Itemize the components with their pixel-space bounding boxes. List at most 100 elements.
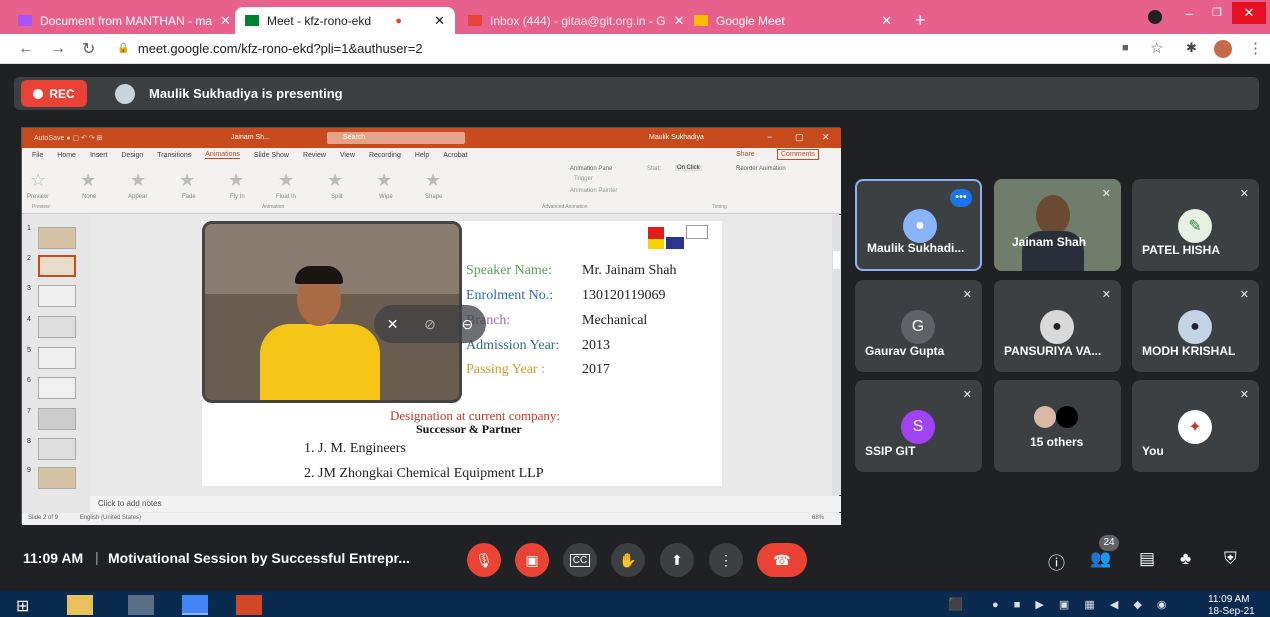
slide-thumbnail[interactable] xyxy=(38,467,76,489)
close-tab-icon[interactable]: ✕ xyxy=(873,13,892,29)
bookmark-star-icon[interactable]: ☆ xyxy=(1150,39,1163,57)
share-button[interactable]: Share xyxy=(736,151,755,158)
anim-pane-button[interactable]: Animation Pane xyxy=(570,166,612,172)
chrome-icon[interactable] xyxy=(182,595,208,615)
tab-inbox[interactable]: Inbox (444) - gitaa@git.org.in - G ✕ xyxy=(458,7,684,34)
participant-tile[interactable]: ✕ S SSIP GIT xyxy=(855,380,982,472)
participant-tile[interactable]: ••• ● Maulik Sukhadi... xyxy=(855,179,982,271)
chat-icon[interactable]: ▤ xyxy=(1139,549,1155,569)
participant-tile[interactable]: ✕ G Gaurav Gupta xyxy=(855,280,982,372)
menu-design[interactable]: Design xyxy=(121,152,143,159)
close-window-button[interactable]: ✕ xyxy=(1232,2,1266,24)
menu-kebab-icon[interactable]: ⋮ xyxy=(1248,39,1263,57)
minimize-icon[interactable]: − xyxy=(1185,6,1193,22)
tab-meet[interactable]: Meet - kfz-rono-ekd ● ✕ xyxy=(235,7,455,34)
menu-file[interactable]: File xyxy=(32,152,43,159)
more-options-icon[interactable]: ••• xyxy=(950,189,972,207)
new-tab-button[interactable]: + xyxy=(915,10,926,31)
ppt-close-icon[interactable]: ✕ xyxy=(822,132,830,143)
camera-off-button[interactable]: ▣ xyxy=(515,543,549,577)
anim-split-icon[interactable]: ★ xyxy=(327,170,343,191)
menu-help[interactable]: Help xyxy=(415,152,429,159)
slide-thumbnail-selected[interactable] xyxy=(38,255,76,277)
menu-slide-show[interactable]: Slide Show xyxy=(254,152,289,159)
profile-icon[interactable] xyxy=(1148,10,1162,24)
close-tab-icon[interactable]: ✕ xyxy=(666,13,684,29)
acrobat-tray-icon[interactable]: ⬛ xyxy=(948,597,963,611)
rec-indicator[interactable]: REC xyxy=(21,80,87,107)
slide-thumbnail[interactable] xyxy=(38,408,76,430)
url-field[interactable]: 🔒 meet.google.com/kfz-rono-ekd?pli=1&aut… xyxy=(117,41,422,56)
anim-fly-icon[interactable]: ★ xyxy=(228,170,244,191)
menu-review[interactable]: Review xyxy=(303,152,326,159)
slide-scrollbar[interactable] xyxy=(832,215,841,495)
ppt-search[interactable]: Search xyxy=(327,132,465,144)
system-tray-icons[interactable]: ● ■ ▶ ▣ ▦ ◀ ◆ ◉ xyxy=(992,598,1172,611)
mic-off-button[interactable]: 🎙 xyxy=(467,543,501,577)
remove-icon[interactable]: ⊖ xyxy=(461,316,473,333)
activities-icon[interactable]: ♣ xyxy=(1180,549,1191,569)
avatar[interactable] xyxy=(1214,40,1232,58)
close-tab-icon[interactable]: ✕ xyxy=(426,13,445,29)
slide-thumbnail[interactable] xyxy=(38,438,76,460)
ppt-restore-icon[interactable]: ▢ xyxy=(795,132,804,143)
anim-wipe-icon[interactable]: ★ xyxy=(376,170,392,191)
anim-appear-icon[interactable]: ★ xyxy=(130,170,146,191)
app-icon[interactable] xyxy=(128,595,154,615)
tab-google-meet[interactable]: Google Meet ✕ xyxy=(684,7,902,34)
back-icon[interactable]: ← xyxy=(18,40,34,58)
participant-tile-self[interactable]: ✕ ✦ You xyxy=(1132,380,1259,472)
scrollbar-thumb[interactable] xyxy=(833,251,840,269)
captions-button[interactable]: CC xyxy=(563,543,597,577)
anim-shape-icon[interactable]: ★ xyxy=(425,170,441,191)
menu-recording[interactable]: Recording xyxy=(369,152,401,159)
extensions-icon[interactable]: ✱ xyxy=(1186,40,1197,56)
participant-tile[interactable]: ✕ ✎ PATEL HISHA xyxy=(1132,179,1259,271)
mute-off-icon[interactable]: ⊘ xyxy=(424,316,436,333)
forward-icon[interactable]: → xyxy=(50,40,66,58)
anim-fade-icon[interactable]: ★ xyxy=(179,170,195,191)
anim-none-icon[interactable]: ★ xyxy=(80,170,96,191)
menu-transitions[interactable]: Transitions xyxy=(157,152,191,159)
participant-tile[interactable]: ✕ ● MODH KRISHAL xyxy=(1132,280,1259,372)
meeting-info-icon[interactable]: ⓘ xyxy=(1048,549,1065,574)
slide-thumbnail[interactable] xyxy=(38,316,76,338)
raise-hand-button[interactable]: ✋ xyxy=(611,543,645,577)
restore-icon[interactable]: ❐ xyxy=(1212,6,1222,19)
anim-float-icon[interactable]: ★ xyxy=(278,170,294,191)
ppt-minimize-icon[interactable]: − xyxy=(767,132,772,142)
pin-off-icon[interactable]: ✕ xyxy=(387,316,399,333)
windows-start-icon[interactable]: ⊞ xyxy=(16,596,29,616)
reload-icon[interactable]: ↻ xyxy=(82,39,95,59)
menu-view[interactable]: View xyxy=(340,152,355,159)
participant-tile[interactable]: ✕ ● PANSURIYA VA... xyxy=(994,280,1121,372)
trigger-button[interactable]: Trigger xyxy=(574,176,593,182)
others-tile[interactable]: 15 others xyxy=(994,380,1121,472)
preview-star-icon[interactable]: ☆ xyxy=(30,170,46,191)
zoom-level[interactable]: 68% xyxy=(812,515,824,521)
participant-tile-video[interactable]: ✕ Jainam Shah xyxy=(994,179,1121,271)
camera-icon[interactable]: ■ xyxy=(1122,42,1129,54)
anim-painter-button[interactable]: Animation Painter xyxy=(570,188,617,194)
menu-acrobat[interactable]: Acrobat xyxy=(443,152,467,159)
tab-document[interactable]: Document from MANTHAN - ma ✕ xyxy=(8,7,233,34)
menu-animations[interactable]: Animations xyxy=(205,151,240,159)
file-explorer-icon[interactable] xyxy=(67,595,93,615)
slide-thumbnail[interactable] xyxy=(38,347,76,369)
slide-thumbnail[interactable] xyxy=(38,227,76,249)
slide-thumbnail[interactable] xyxy=(38,285,76,307)
preview-label: Preview xyxy=(27,194,49,200)
present-button[interactable]: ⬆ xyxy=(660,543,694,577)
comments-button[interactable]: Comments xyxy=(777,149,819,160)
menu-insert[interactable]: Insert xyxy=(90,152,108,159)
start-select[interactable]: On Click xyxy=(675,165,702,171)
host-controls-icon[interactable]: ⛨ xyxy=(1224,549,1237,569)
slide-thumbnail[interactable] xyxy=(38,377,76,399)
close-tab-icon[interactable]: ✕ xyxy=(212,13,231,29)
more-options-button[interactable]: ⋮ xyxy=(709,543,743,577)
powerpoint-icon[interactable] xyxy=(236,595,262,615)
people-icon[interactable]: 👥 xyxy=(1090,549,1111,569)
menu-home[interactable]: Home xyxy=(57,152,76,159)
leave-call-button[interactable]: ☎ xyxy=(757,543,807,577)
notes-pane[interactable]: Click to add notes xyxy=(90,496,841,512)
